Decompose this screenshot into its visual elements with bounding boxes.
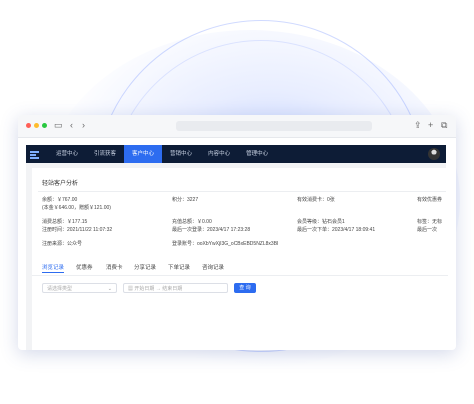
valid-cards: 有效消费卡：0张 bbox=[297, 197, 335, 203]
nav-item-content[interactable]: 内容中心 bbox=[200, 145, 238, 163]
search-button[interactable]: 查 询 bbox=[234, 283, 256, 293]
valid-coupons: 有效优惠券 bbox=[417, 197, 443, 203]
tag: 标签：无标 bbox=[417, 219, 443, 225]
recharge-total: 充值总额：￥0.00 bbox=[172, 219, 212, 225]
active-tab-indicator bbox=[42, 272, 64, 273]
sidebar-toggle-icon[interactable]: ▭ bbox=[54, 120, 63, 131]
end-date-placeholder: 结束日期 bbox=[162, 286, 183, 292]
share-icon[interactable]: ⇪ bbox=[414, 120, 422, 131]
user-avatar[interactable] bbox=[428, 148, 440, 160]
type-select-placeholder: 请选择类型 bbox=[47, 286, 73, 292]
browser-window: ▭ ‹ › ⇪ + ⧉ 运营中心 引流获客 客户中心 营销中心 内容中心 管理中… bbox=[18, 115, 456, 350]
member-level: 会员等级：钻石会员1 bbox=[297, 219, 345, 225]
browser-titlebar: ▭ ‹ › ⇪ + ⧉ bbox=[18, 115, 456, 138]
tabs-divider bbox=[32, 275, 448, 276]
nav-item-operations[interactable]: 运营中心 bbox=[48, 145, 86, 163]
nav-item-marketing[interactable]: 营销中心 bbox=[162, 145, 200, 163]
balance-detail: (本金￥646.00，赠额￥121.00) bbox=[42, 205, 111, 211]
login-account: 登录账号：ooXbYwXjI3G_oCBxEBD5NZL8x3BI bbox=[172, 241, 279, 247]
tab-coupons[interactable]: 优惠券 bbox=[76, 263, 93, 271]
tab-browse-records[interactable]: 浏览记录 bbox=[42, 263, 64, 271]
tab-order-records[interactable]: 下单记录 bbox=[168, 263, 190, 271]
nav-item-customers[interactable]: 客户中心 bbox=[124, 145, 163, 163]
minimize-dot-icon[interactable] bbox=[34, 123, 39, 128]
section-divider bbox=[38, 191, 446, 192]
last-order: 最后一次下单：2023/4/17 18:09:41 bbox=[297, 227, 376, 233]
points: 积分：3227 bbox=[172, 197, 199, 203]
date-range-picker[interactable]: ▦ 开始日期 → 结束日期 bbox=[123, 283, 228, 293]
content-panel: 轻站客户分析 余额：￥767.00 (本金￥646.00，赠额￥121.00) … bbox=[26, 163, 446, 350]
back-arrow-icon[interactable]: ‹ bbox=[70, 120, 73, 131]
tab-consume-cards[interactable]: 消费卡 bbox=[106, 263, 123, 271]
nav-item-acquisition[interactable]: 引流获客 bbox=[86, 145, 124, 163]
nav-item-management[interactable]: 管理中心 bbox=[238, 145, 276, 163]
start-date-placeholder: 开始日期 bbox=[134, 286, 155, 292]
total-spend: 消费总额：￥177.15 bbox=[42, 219, 88, 225]
chevron-down-icon: ⌄ bbox=[107, 286, 112, 292]
forward-arrow-icon[interactable]: › bbox=[82, 120, 85, 131]
address-bar[interactable] bbox=[176, 121, 372, 131]
customer-analysis-card: 轻站客户分析 余额：￥767.00 (本金￥646.00，赠额￥121.00) … bbox=[32, 168, 446, 350]
top-navbar: 运营中心 引流获客 客户中心 营销中心 内容中心 管理中心 bbox=[26, 145, 446, 163]
section-title: 轻站客户分析 bbox=[42, 181, 79, 187]
maximize-dot-icon[interactable] bbox=[42, 123, 47, 128]
register-time: 注册时间：2021/11/22 11:07:32 bbox=[42, 227, 113, 233]
balance: 余额：￥767.00 bbox=[42, 197, 78, 203]
last-login: 最后一次登录：2023/4/17 17:23:28 bbox=[172, 227, 251, 233]
tab-consult-records[interactable]: 咨询记录 bbox=[202, 263, 224, 271]
type-select[interactable]: 请选择类型 ⌄ bbox=[42, 283, 117, 293]
tab-share-records[interactable]: 分享记录 bbox=[134, 263, 156, 271]
tabs-overview-icon[interactable]: ⧉ bbox=[441, 120, 447, 131]
last-time: 最后一次 bbox=[417, 227, 438, 233]
close-dot-icon[interactable] bbox=[26, 123, 31, 128]
app-logo-icon[interactable] bbox=[30, 149, 42, 159]
new-tab-icon[interactable]: + bbox=[428, 120, 433, 131]
register-source: 注册来源：公众号 bbox=[42, 241, 83, 247]
